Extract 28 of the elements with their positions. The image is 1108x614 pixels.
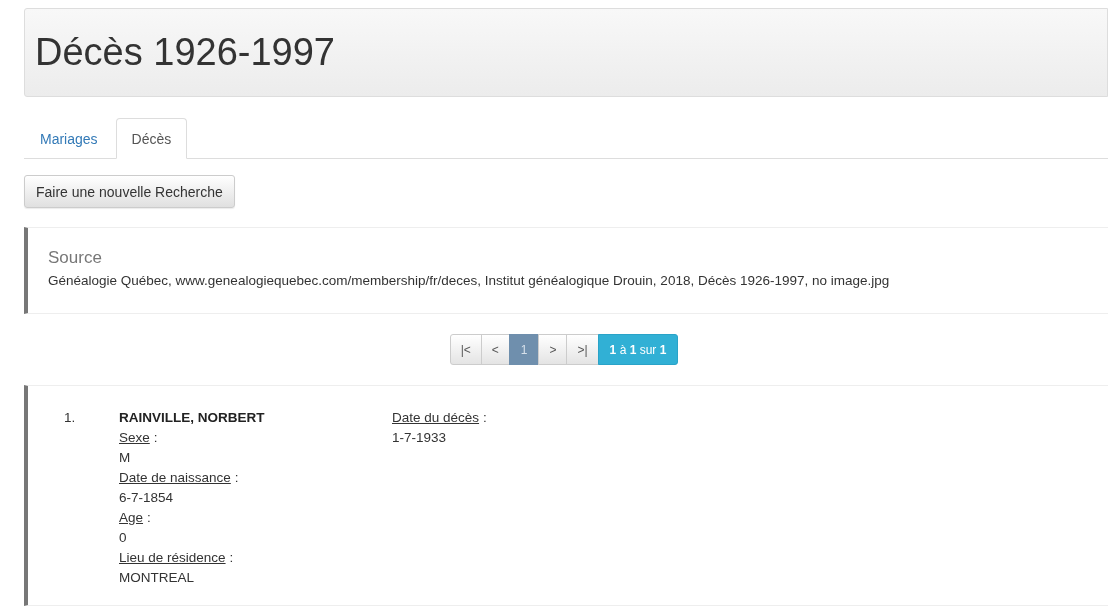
field-label: Date du décès bbox=[392, 409, 480, 427]
field-label: Sexe bbox=[119, 429, 150, 447]
tab[interactable]: Décès bbox=[115, 118, 188, 159]
field-colon: : bbox=[147, 509, 151, 527]
field-value: M bbox=[119, 449, 132, 467]
new-search-button[interactable]: Faire une nouvelle Recherche bbox=[24, 175, 235, 208]
person-name: RAINVILLE, NORBERT bbox=[119, 409, 266, 427]
result-number: 1. bbox=[64, 410, 76, 425]
field-colon: : bbox=[483, 409, 487, 427]
field-value: 1-7-1933 bbox=[392, 429, 448, 447]
field-value: MONTREAL bbox=[119, 569, 195, 587]
field-value: 0 bbox=[119, 529, 128, 547]
field-colon: : bbox=[153, 429, 158, 447]
page-title: Décès 1926-1997 bbox=[35, 31, 335, 74]
field-label: Lieu de résidence bbox=[119, 549, 226, 567]
field-colon: : bbox=[234, 469, 239, 487]
tab[interactable]: Mariages bbox=[24, 118, 114, 159]
field-label: Date de naissance bbox=[119, 469, 231, 487]
pagination-link[interactable]: |< bbox=[449, 334, 482, 365]
result-count-label: 1 à 1 sur 1 bbox=[609, 342, 667, 357]
pagination-link[interactable]: >| bbox=[566, 334, 599, 365]
field-value: 6-7-1854 bbox=[119, 489, 175, 507]
pagination-link[interactable]: < bbox=[480, 334, 510, 365]
pagination-link[interactable]: > bbox=[538, 334, 568, 365]
field-label: Age bbox=[119, 509, 144, 527]
source-citation: Généalogie Québec, www.genealogiequebec.com/membership/fr/deces, Institut généalogique Drouin, 2018, Décès 1926-1997, no image.jpg bbox=[48, 272, 891, 290]
field-colon: : bbox=[229, 549, 234, 567]
source-heading: Source bbox=[48, 247, 103, 269]
